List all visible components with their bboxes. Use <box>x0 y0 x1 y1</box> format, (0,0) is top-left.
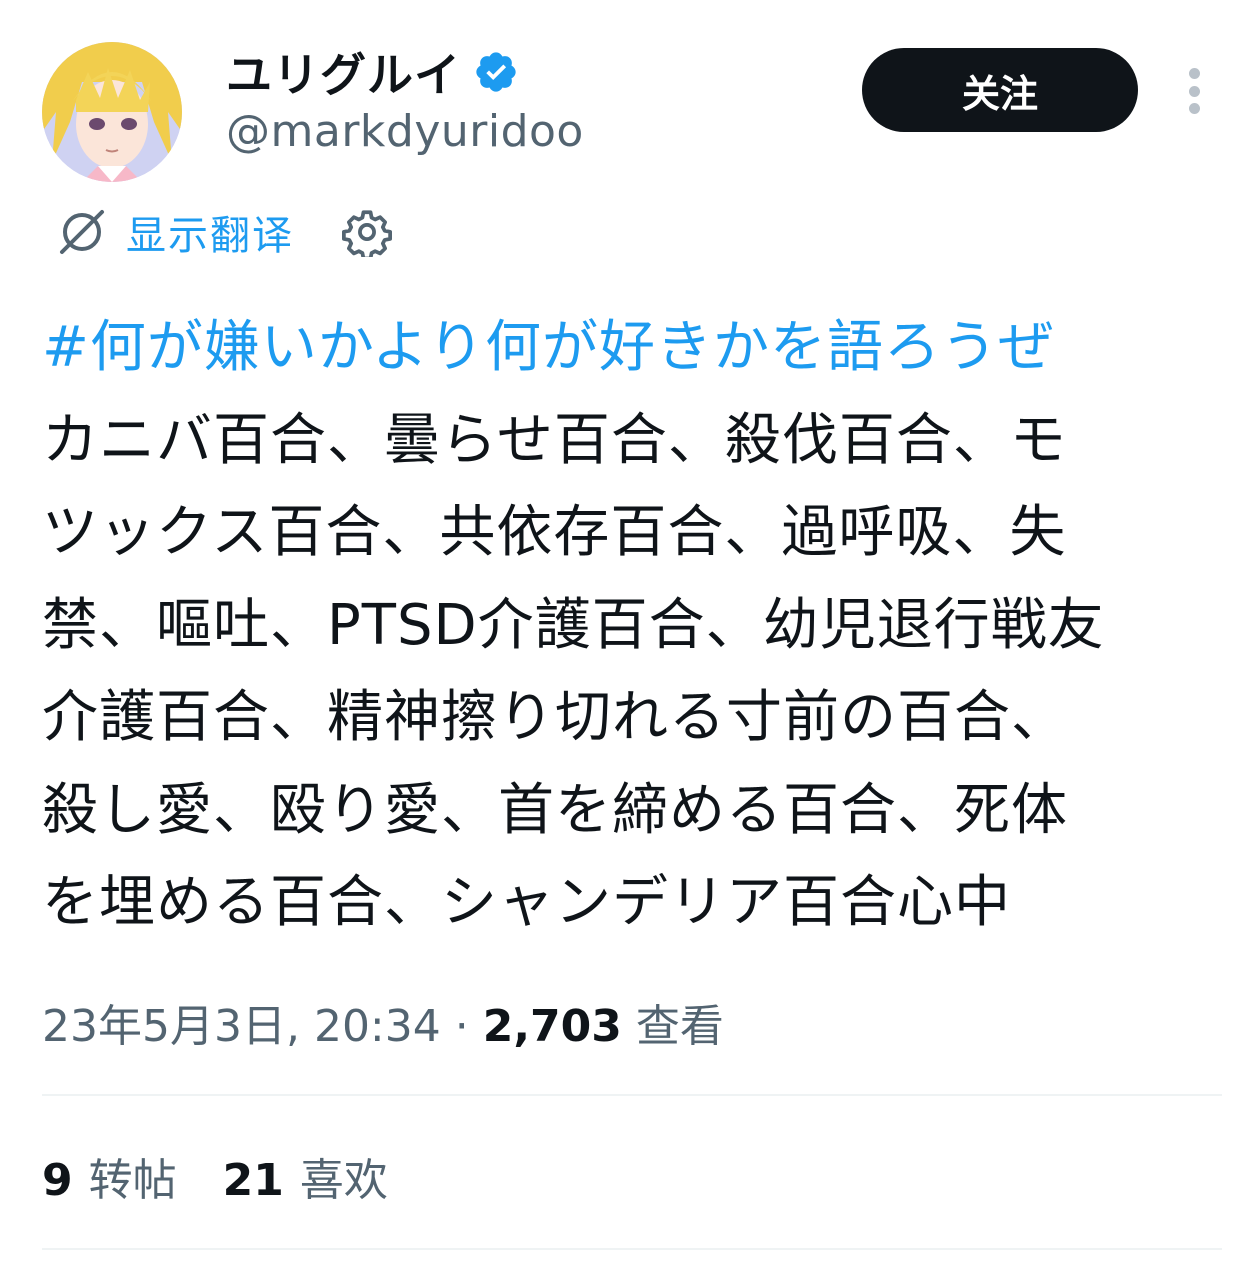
show-translation-link[interactable]: 显示翻译 <box>126 203 294 261</box>
tweet-meta: 23年5月3日, 20:34 · 2,703 查看 <box>42 990 724 1054</box>
tweet-text: #何が嫌いかより何が好きかを語ろうぜ カニバ百合、曇らせ百合、殺伐百合、モ ツッ… <box>42 302 1222 950</box>
views-label: 查看 <box>635 1001 724 1052</box>
follow-button[interactable]: 关注 <box>862 48 1138 132</box>
gear-icon[interactable] <box>342 207 392 257</box>
tweet-line: を埋める百合、シャンデリア百合心中 <box>42 870 1011 935</box>
reposts-label: 转帖 <box>88 1155 177 1206</box>
more-options-icon[interactable] <box>1176 64 1212 118</box>
reposts-count: 9 <box>42 1155 73 1206</box>
translate-row: 显示翻译 <box>56 200 392 264</box>
avatar[interactable] <box>42 42 182 182</box>
engagement-stats: 9 转帖 21 喜欢 <box>42 1144 434 1208</box>
display-name[interactable]: ユリグルイ <box>226 39 461 105</box>
verified-badge-icon <box>476 52 516 92</box>
likes-stat[interactable]: 21 喜欢 <box>223 1144 388 1208</box>
dot <box>1188 103 1200 114</box>
divider <box>42 1248 1222 1250</box>
tweet-line: ツックス百合、共依存百合、過呼吸、失 <box>42 500 1067 565</box>
likes-label: 喜欢 <box>299 1155 388 1206</box>
reposts-stat[interactable]: 9 转帖 <box>42 1144 177 1208</box>
avatar-image <box>42 42 182 182</box>
likes-count: 21 <box>222 1155 284 1206</box>
dot <box>1188 85 1200 97</box>
user-handle[interactable]: @markdyuridoo <box>226 106 584 157</box>
tweet-line: 殺し愛、殴り愛、首を締める百合、死体 <box>42 777 1068 843</box>
tweet-line: カニバ百合、曇らせ百合、殺伐百合、モ <box>42 407 1067 473</box>
meta-separator: · <box>440 1001 483 1052</box>
tweet-timestamp[interactable]: 23年5月3日, 20:34 <box>42 1001 441 1052</box>
hashtag-link[interactable]: #何が嫌いかより何が好きかを語ろうぜ <box>42 302 1222 395</box>
user-name-row[interactable]: ユリグルイ <box>226 44 519 102</box>
divider <box>42 1094 1222 1096</box>
dot <box>1188 68 1200 79</box>
views-count: 2,703 <box>482 1001 622 1052</box>
translate-icon <box>60 210 104 254</box>
tweet-line: 介護百合、精神擦り切れる寸前の百合、 <box>42 685 1068 750</box>
tweet-line: 禁、嘔吐、PTSD介護百合、幼児退行戦友 <box>42 592 1105 658</box>
